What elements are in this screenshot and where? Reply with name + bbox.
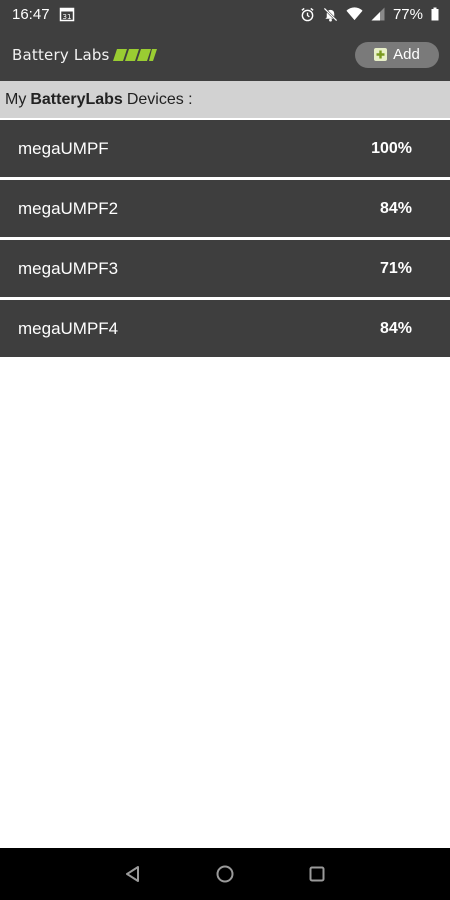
calendar-date: 31	[62, 13, 71, 21]
back-icon	[126, 866, 139, 882]
device-row[interactable]: megaUMPF2 84%	[0, 180, 450, 237]
recents-icon	[309, 866, 325, 882]
system-nav-bar	[0, 848, 450, 900]
logo-stripes-icon	[112, 48, 157, 61]
device-row[interactable]: megaUMPF4 84%	[0, 300, 450, 357]
mute-notifications-icon	[323, 7, 338, 22]
device-battery-level: 100%	[371, 139, 412, 157]
status-bar: 16:47 31 77%	[0, 0, 450, 28]
battery-percent: 77%	[392, 5, 423, 23]
status-bar-left: 16:47 31	[12, 6, 75, 23]
app-logo-text: Battery Labs	[12, 45, 110, 64]
device-row[interactable]: megaUMPF 100%	[0, 120, 450, 177]
devices-heading: My BatteryLabs Devices :	[0, 81, 450, 118]
add-device-button[interactable]: Add	[355, 41, 439, 68]
device-name: megaUMPF	[18, 138, 109, 158]
devices-heading-prefix: My	[5, 90, 27, 108]
device-name: megaUMPF4	[18, 318, 119, 338]
back-button[interactable]	[116, 857, 150, 891]
app-header: 16:47 31 77% Battery Labs Add	[0, 0, 450, 81]
signal-icon	[371, 7, 385, 21]
plus-icon	[374, 48, 388, 61]
home-button[interactable]	[208, 857, 242, 891]
device-battery-level: 71%	[379, 259, 412, 277]
devices-heading-suffix: Devices :	[126, 90, 193, 108]
app-toolbar: Battery Labs Add	[0, 28, 450, 81]
device-row[interactable]: megaUMPF3 71%	[0, 240, 450, 297]
calendar-icon: 31	[59, 6, 75, 22]
device-battery-level: 84%	[379, 319, 412, 337]
status-time: 16:47	[12, 5, 50, 23]
add-button-label: Add	[393, 46, 420, 63]
device-list: megaUMPF 100% megaUMPF2 84% megaUMPF3 71…	[0, 118, 450, 357]
device-name: megaUMPF2	[18, 198, 119, 218]
status-bar-right: 77%	[300, 6, 439, 23]
devices-heading-brand: BatteryLabs	[30, 90, 123, 108]
battery-icon	[431, 7, 439, 21]
home-icon	[216, 865, 234, 883]
device-battery-level: 84%	[379, 199, 412, 217]
wifi-icon	[346, 7, 363, 21]
device-name: megaUMPF3	[18, 258, 119, 278]
alarm-icon	[300, 7, 315, 22]
recents-button[interactable]	[300, 857, 334, 891]
app-logo: Battery Labs	[12, 46, 157, 64]
